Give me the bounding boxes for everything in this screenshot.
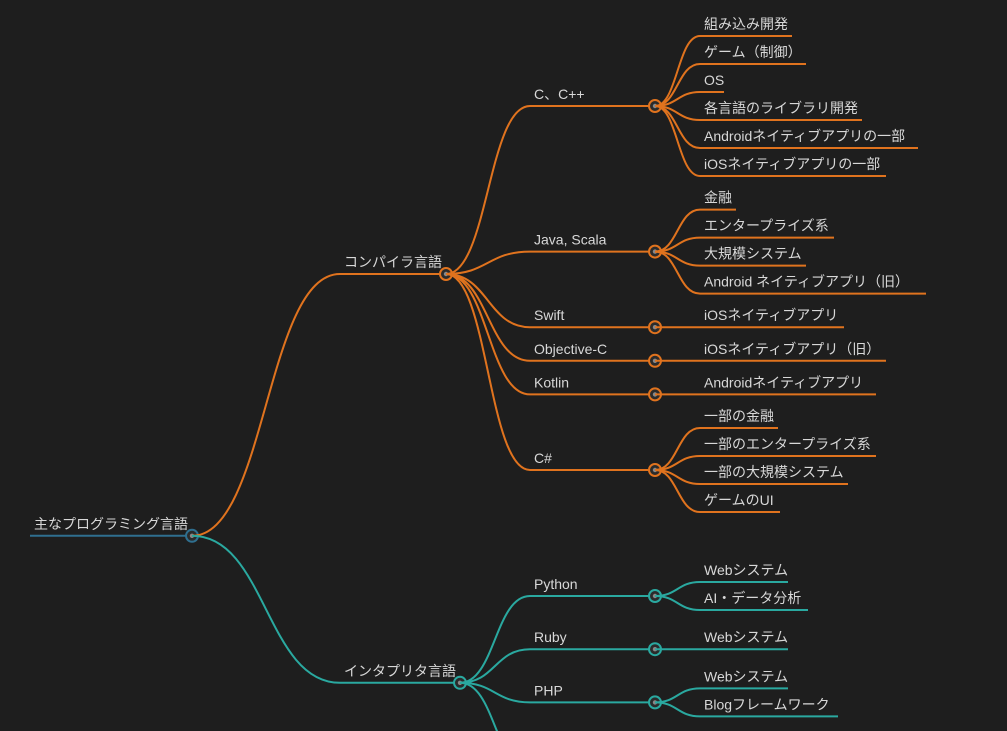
compiler-lang-3-label: Objective-C [534,341,607,357]
interpreter-lang-2-label: PHP [534,682,563,698]
compiler-lang-1-label: Java, Scala [534,232,607,248]
compiler-lang-2-label: Swift [534,307,564,323]
branch-lang0-leaf5 [655,106,700,176]
compiler-lang-5-label: C# [534,450,552,466]
compiler-leaf-1-3-label: Android ネイティブアプリ（旧） [704,274,909,290]
compiler-lang-4-label: Kotlin [534,374,569,390]
branch-root-to-compiler [192,274,340,536]
branch-compiler-to-lang-5 [446,274,530,470]
compiler-label: コンパイラ言語 [344,254,442,270]
branch-lang0-leaf0 [655,36,700,106]
branch-intlang0-leaf1 [655,596,700,610]
interpreter-leaf-2-0-label: Webシステム [704,668,788,684]
compiler-leaf-2-0-label: iOSネイティブアプリ [704,307,838,323]
interpreter-lang-0-label: Python [534,576,578,592]
compiler-leaf-5-1-label: 一部のエンタープライズ系 [704,436,871,452]
branch-intlang2-leaf1 [655,702,700,716]
compiler-leaf-0-4-label: Androidネイティブアプリの一部 [704,128,905,144]
compiler-leaf-1-1-label: エンタープライズ系 [704,218,829,234]
compiler-leaf-0-0-label: 組み込み開発 [704,16,788,32]
compiler-leaf-1-0-label: 金融 [704,190,732,206]
branch-interpreter-to-lang-1 [460,649,530,683]
branch-interpreter-to-lang-0 [460,596,530,683]
interpreter-leaf-1-0-label: Webシステム [704,629,788,645]
branch-intlang0-leaf0 [655,582,700,596]
root-label: 主なプログラミング言語 [34,516,188,532]
branch-interpreter-to-lang-3 [460,683,530,731]
branch-compiler-to-lang-1 [446,252,530,274]
compiler-leaf-0-5-label: iOSネイティブアプリの一部 [704,156,880,172]
branch-compiler-to-lang-3 [446,274,530,361]
compiler-leaf-0-1-label: ゲーム（制御） [704,44,802,60]
compiler-leaf-0-2-label: OS [704,72,724,88]
compiler-leaf-0-3-label: 各言語のライブラリ開発 [704,100,858,116]
interpreter-leaf-0-0-label: Webシステム [704,562,788,578]
branch-intlang2-leaf0 [655,688,700,702]
compiler-leaf-4-0-label: Androidネイティブアプリ [704,374,863,390]
branch-root-to-interpreter [192,536,340,683]
compiler-leaf-5-3-label: ゲームのUI [704,492,774,508]
compiler-leaf-5-0-label: 一部の金融 [704,408,774,424]
compiler-leaf-1-2-label: 大規模システム [704,246,802,262]
compiler-leaf-5-2-label: 一部の大規模システム [704,464,844,480]
interpreter-lang-1-label: Ruby [534,629,567,645]
mindmap-canvas: 主なプログラミング言語 コンパイラ言語 C、C++ 組み込み開発ゲーム（制御） OS 各言… [0,0,1007,731]
compiler-leaf-3-0-label: iOSネイティブアプリ（旧） [704,341,880,357]
branch-compiler-to-lang-0 [446,106,530,274]
compiler-lang-0-label: C、C++ [534,86,585,102]
interpreter-leaf-2-1-label: Blogフレームワーク [704,696,830,712]
interpreter-label: インタプリタ言語 [344,663,456,679]
interpreter-leaf-0-1-label: AI・データ分析 [704,590,801,606]
